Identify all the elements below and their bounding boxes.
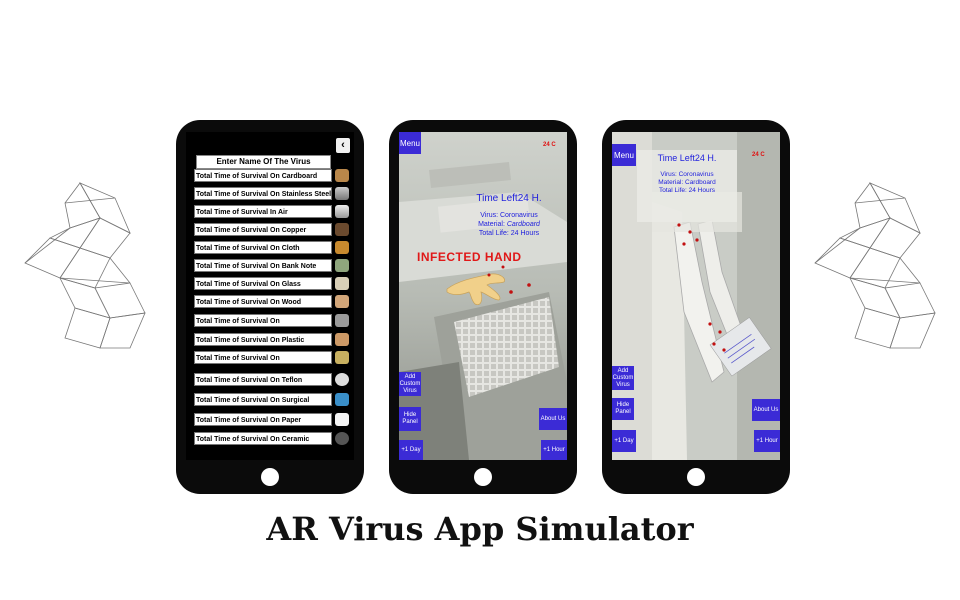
plus-hour-button[interactable]: +1 Hour (754, 430, 780, 452)
material-label: Material: Cardboard (459, 220, 559, 229)
material-key: Material: (478, 221, 507, 228)
home-button[interactable] (474, 468, 492, 486)
surgical-icon (335, 393, 349, 406)
list-item-unnamed-1[interactable]: Total Time of Survival On (194, 314, 332, 327)
about-us-button[interactable]: About Us (539, 408, 567, 430)
phone-list-screen: ‹ Enter Name Of The Virus Total Time of … (176, 120, 364, 494)
list-item-cloth[interactable]: Total Time of Survival On Cloth (194, 241, 332, 254)
phone2-screen: Menu 24 C Time Left24 H. Virus: Coronavi… (399, 132, 567, 460)
about-us-button[interactable]: About Us (752, 399, 780, 421)
banknote-icon (335, 259, 349, 272)
virus-label: Virus: Coronavirus (660, 171, 714, 178)
time-left-label: Time Left24 H. (476, 193, 542, 204)
list-item-teflon[interactable]: Total Time of Survival On Teflon (194, 373, 332, 386)
polygon-decoration-right (814, 182, 936, 349)
list-item-stainless-steel[interactable]: Total Time of Survival On Stainless Stee… (194, 187, 332, 200)
steel-icon (335, 187, 349, 200)
paper-icon (335, 413, 349, 426)
temperature-label: 24 C (543, 142, 556, 148)
list-item-copper[interactable]: Total Time of Survival On Copper (194, 223, 332, 236)
time-left-label: Time Left24 H. (657, 153, 717, 163)
temperature-label: 24 C (752, 152, 765, 158)
back-arrow-icon[interactable]: ‹ (336, 138, 350, 153)
home-button[interactable] (261, 468, 279, 486)
phone1-screen: ‹ Enter Name Of The Virus Total Time of … (186, 132, 354, 460)
air-icon (335, 205, 349, 218)
copper-icon (335, 223, 349, 236)
plus-hour-button[interactable]: +1 Hour (541, 440, 567, 460)
add-custom-virus-button[interactable]: Add Custom Virus (612, 366, 634, 390)
list-item-wood[interactable]: Total Time of Survival On Wood (194, 295, 332, 308)
list-item-unnamed-2[interactable]: Total Time of Survival On (194, 351, 332, 364)
teflon-icon (335, 373, 349, 386)
home-button[interactable] (687, 468, 705, 486)
material-value: Cardboard (506, 221, 540, 228)
list-item-air[interactable]: Total Time of Survival In Air (194, 205, 332, 218)
menu-button[interactable]: Menu (399, 132, 421, 154)
plus-day-button[interactable]: +1 Day (399, 440, 423, 460)
list-item-cardboard[interactable]: Total Time of Survival On Cardboard (194, 169, 332, 182)
ceramic-icon (335, 432, 349, 445)
list-item-paper[interactable]: Total Time of Survival On Paper (194, 413, 332, 426)
list-item-bank-note[interactable]: Total Time of Survival On Bank Note (194, 259, 332, 272)
total-life-label: Total Life: 24 Hours (658, 187, 715, 194)
menu-button[interactable]: Menu (612, 144, 636, 166)
list-item-surgical[interactable]: Total Time of Survival On Surgical (194, 393, 332, 406)
phone3-screen: Menu 24 C Time Left24 H. Virus: Coronavi… (612, 132, 780, 460)
phone-ar-hand: Menu 24 C Time Left24 H. Virus: Coronavi… (389, 120, 577, 494)
phone-ar-handle: Menu 24 C Time Left24 H. Virus: Coronavi… (602, 120, 790, 494)
hide-panel-button[interactable]: Hide Panel (399, 407, 421, 431)
list-item-glass[interactable]: Total Time of Survival On Glass (194, 277, 332, 290)
hide-panel-button[interactable]: Hide Panel (612, 398, 634, 420)
wood-icon (335, 295, 349, 308)
page-title: AR Virus App Simulator (266, 510, 694, 548)
list-item-plastic[interactable]: Total Time of Survival On Plastic (194, 333, 332, 346)
list-item-ceramic[interactable]: Total Time of Survival On Ceramic (194, 432, 332, 445)
material-label: Material: Cardboard (658, 179, 716, 186)
cloth-icon (335, 241, 349, 254)
polygon-decoration-left (24, 182, 146, 349)
total-life-label: Total Life: 24 Hours (478, 230, 540, 237)
bin-icon (335, 314, 349, 327)
cardboard-icon (335, 169, 349, 182)
add-custom-virus-button[interactable]: Add Custom Virus (399, 372, 421, 396)
virus-name-input[interactable]: Enter Name Of The Virus (196, 155, 331, 169)
plastic-icon (335, 333, 349, 346)
glass-icon (335, 277, 349, 290)
plus-day-button[interactable]: +1 Day (612, 430, 636, 452)
infected-hand-label: INFECTED HAND (417, 250, 522, 264)
bottle-icon (335, 351, 349, 364)
virus-label: Virus: Coronavirus (480, 212, 538, 219)
